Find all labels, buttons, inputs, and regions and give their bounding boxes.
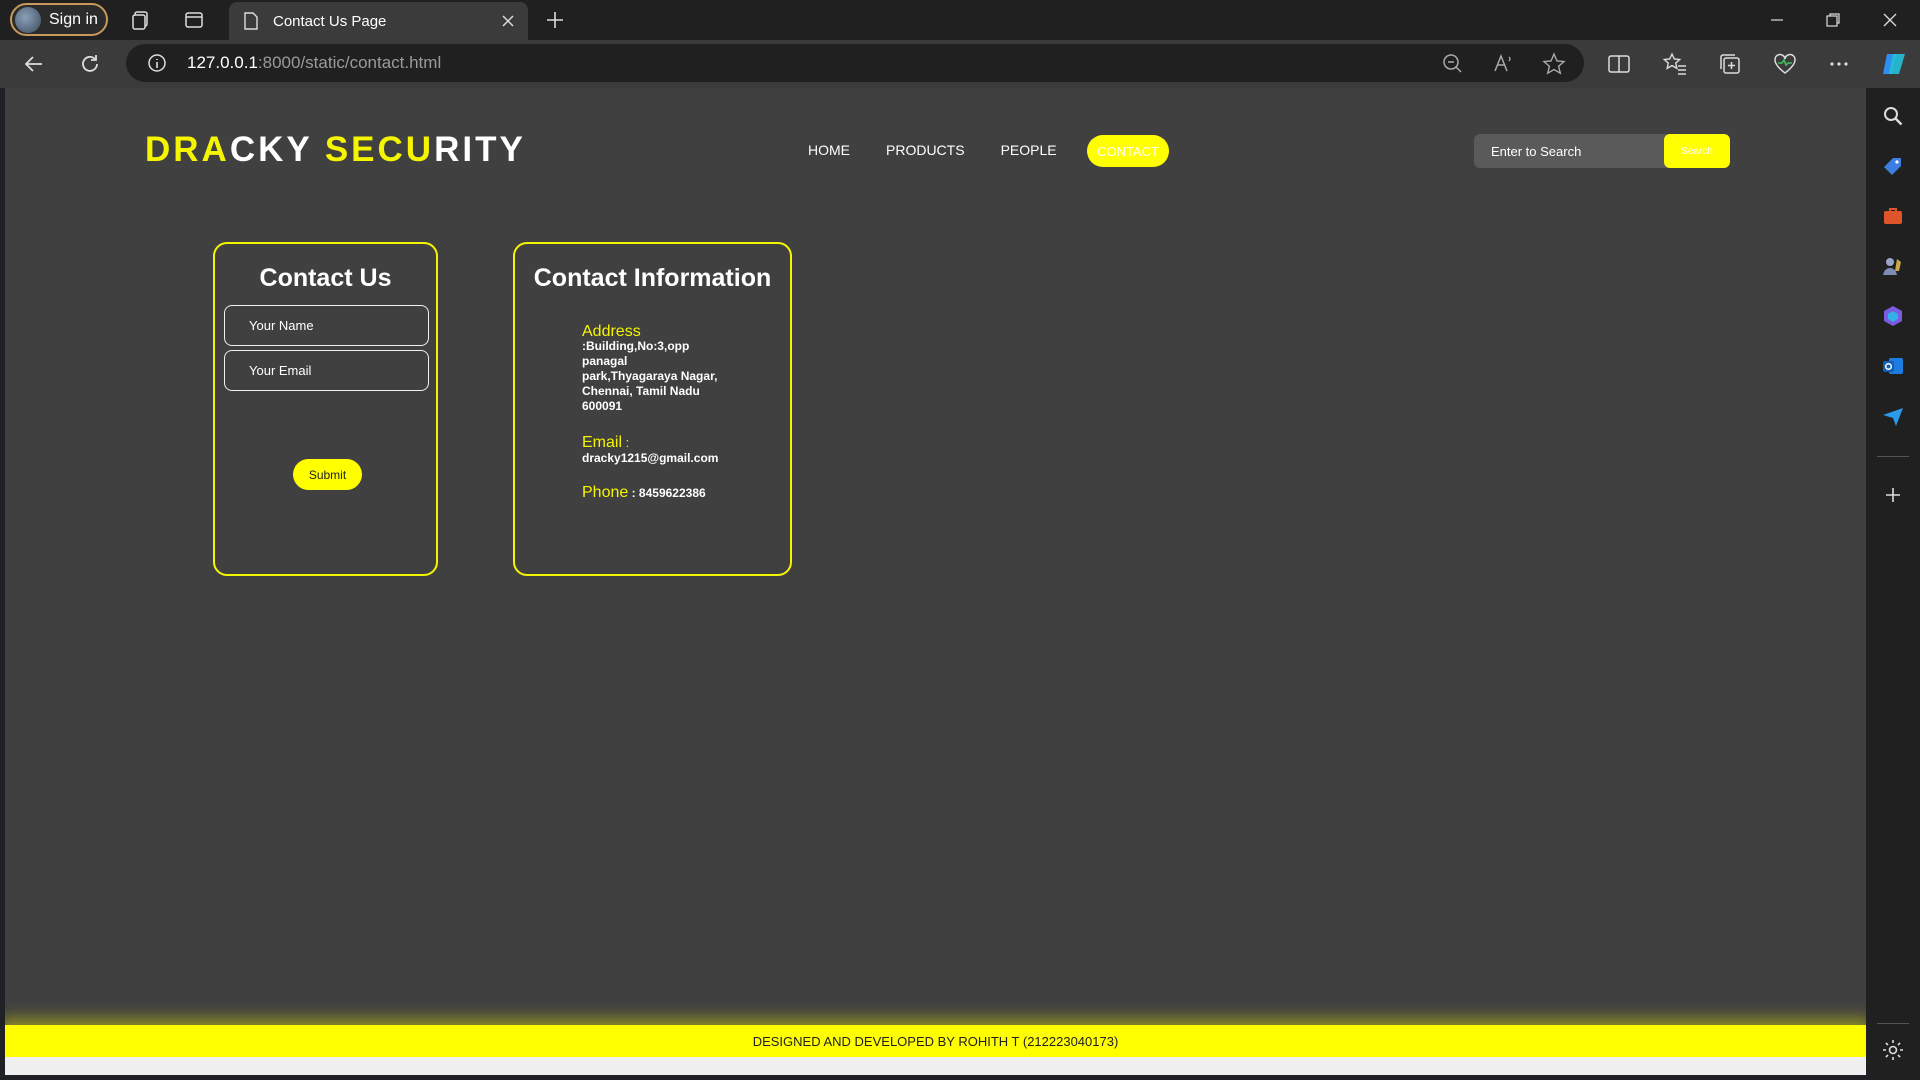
nav-home[interactable]: HOME xyxy=(808,142,850,158)
close-tab-icon[interactable] xyxy=(498,11,518,31)
email-label: Email xyxy=(582,434,623,451)
tab-title: Contact Us Page xyxy=(273,12,387,30)
address-line: :Building,No:3,opp xyxy=(582,339,690,353)
page-icon xyxy=(244,12,258,30)
web-page: DRACKY SECURITY HOME PRODUCTS PEOPLE CON… xyxy=(5,88,1866,1075)
restore-icon[interactable] xyxy=(1821,8,1845,32)
url-host: 127.0.0.1 xyxy=(187,53,258,72)
zoom-out-icon[interactable] xyxy=(1440,51,1466,77)
search-button[interactable]: Search xyxy=(1664,134,1730,168)
nav-products[interactable]: PRODUCTS xyxy=(886,142,965,158)
address-line: Chennai, Tamil Nadu xyxy=(582,384,700,398)
sidebar-divider xyxy=(1877,456,1909,457)
nav-contact[interactable]: CONTACT xyxy=(1087,135,1169,167)
profile-avatar xyxy=(15,6,41,33)
settings-gear-icon[interactable] xyxy=(1881,1038,1905,1062)
submit-button[interactable]: Submit xyxy=(293,459,362,490)
signin-label: Sign in xyxy=(49,10,98,28)
shopping-tag-icon[interactable] xyxy=(1881,154,1905,178)
logo-part: CKY xyxy=(229,130,325,169)
address-line: panagal xyxy=(582,354,628,368)
copilot-icon[interactable] xyxy=(1879,49,1909,79)
favorite-star-icon[interactable] xyxy=(1541,51,1567,77)
tools-briefcase-icon[interactable] xyxy=(1881,204,1905,228)
favorites-list-icon[interactable] xyxy=(1662,51,1688,77)
browser-title-bar: Sign in Contact Us Page xyxy=(0,0,1920,40)
page-bottom-strip xyxy=(5,1057,1866,1075)
nav-people[interactable]: PEOPLE xyxy=(1001,142,1057,158)
address-line: 600091 xyxy=(582,399,623,413)
phone-label: Phone xyxy=(582,484,629,501)
main-nav: HOME PRODUCTS PEOPLE xyxy=(808,142,1093,158)
active-tab[interactable]: Contact Us Page xyxy=(229,2,528,40)
microsoft-365-icon[interactable] xyxy=(1881,304,1905,328)
url-path: :8000/static/contact.html xyxy=(257,53,442,72)
address-label: Address xyxy=(582,323,641,340)
new-tab-icon[interactable] xyxy=(543,8,567,32)
vertical-tabs-icon[interactable] xyxy=(183,9,205,31)
search-icon[interactable] xyxy=(1881,104,1905,128)
more-options-icon[interactable] xyxy=(1826,51,1852,77)
profile-signin-button[interactable]: Sign in xyxy=(10,3,108,36)
email-field[interactable] xyxy=(224,350,429,391)
close-window-icon[interactable] xyxy=(1878,8,1902,32)
url-text: 127.0.0.1:8000/static/contact.html xyxy=(187,53,441,73)
workspaces-icon[interactable] xyxy=(130,9,152,31)
address-bar-row: 127.0.0.1:8000/static/contact.html xyxy=(0,40,1920,88)
info-title: Contact Information xyxy=(533,264,772,292)
address-block: Address :Building,No:3,opp panagal park,… xyxy=(582,324,732,414)
browser-essentials-icon[interactable] xyxy=(1772,51,1798,77)
email-block: Email : dracky1215@gmail.com xyxy=(582,435,718,466)
site-footer: DESIGNED AND DEVELOPED BY ROHITH T (2122… xyxy=(5,1025,1866,1057)
search-bar: Search xyxy=(1474,134,1730,168)
contact-info-card: Contact Information Address :Building,No… xyxy=(513,242,792,576)
email-value: dracky1215@gmail.com xyxy=(582,451,719,465)
refresh-icon[interactable] xyxy=(76,50,104,78)
site-info-icon[interactable] xyxy=(146,52,168,74)
read-aloud-icon[interactable] xyxy=(1491,51,1517,77)
name-field[interactable] xyxy=(224,305,429,346)
outlook-icon[interactable] xyxy=(1881,354,1905,378)
site-logo[interactable]: DRACKY SECURITY xyxy=(145,130,526,170)
back-arrow-icon[interactable] xyxy=(20,50,48,78)
minimize-icon[interactable] xyxy=(1765,8,1789,32)
logo-part: DRA xyxy=(145,130,230,169)
phone-value: : 8459622386 xyxy=(628,486,706,500)
logo-part: RITY xyxy=(434,130,526,169)
split-screen-icon[interactable] xyxy=(1606,51,1632,77)
send-icon[interactable] xyxy=(1881,404,1905,428)
phone-block: Phone : 8459622386 xyxy=(582,485,706,501)
address-line: park,Thyagaraya Nagar, xyxy=(582,369,718,383)
form-title: Contact Us xyxy=(259,264,392,292)
collections-icon[interactable] xyxy=(1717,51,1743,77)
search-input[interactable] xyxy=(1474,134,1660,168)
email-separator: : xyxy=(622,435,630,450)
address-text: :Building,No:3,opp panagal park,Thyagara… xyxy=(582,339,732,414)
contact-form-card: Contact Us Submit xyxy=(213,242,438,576)
games-icon[interactable] xyxy=(1881,254,1905,278)
sidebar-divider xyxy=(1877,1023,1909,1024)
logo-part: SECU xyxy=(324,130,435,169)
add-icon[interactable] xyxy=(1881,483,1905,507)
browser-sidebar xyxy=(1866,88,1920,1080)
